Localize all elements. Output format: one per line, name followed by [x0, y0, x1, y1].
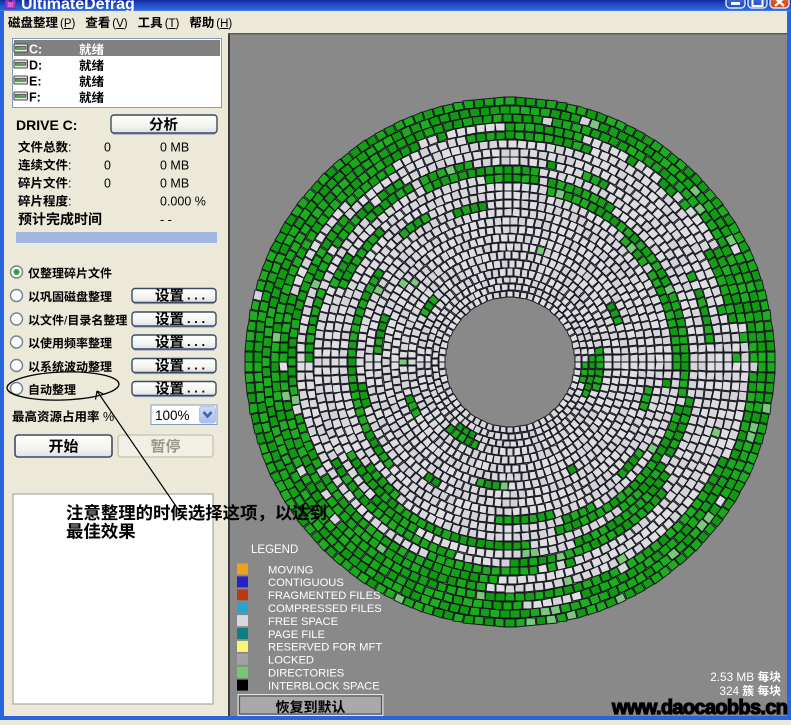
svg-text::: : [68, 159, 71, 173]
svg-text:FRAGMENTED FILES: FRAGMENTED FILES [268, 590, 381, 602]
svg-text:. . .: . . . [187, 381, 205, 396]
svg-text:0 MB: 0 MB [160, 141, 189, 155]
svg-text::: : [68, 177, 71, 191]
svg-text:. . .: . . . [187, 288, 205, 303]
svg-text:COMPRESSED FILES: COMPRESSED FILES [268, 603, 382, 615]
svg-text:0 MB: 0 MB [160, 159, 189, 173]
svg-text:C:: C: [29, 43, 42, 57]
svg-text:. . .: . . . [187, 358, 205, 373]
svg-text:100%: 100% [155, 408, 190, 423]
svg-text:D:: D: [29, 59, 42, 73]
svg-text:E:: E: [29, 75, 42, 89]
svg-text:MOVING: MOVING [268, 564, 313, 576]
svg-text:- -: - - [160, 213, 172, 227]
svg-text:PAGE FILE: PAGE FILE [268, 629, 325, 641]
svg-text:RESERVED FOR MFT: RESERVED FOR MFT [268, 642, 382, 654]
svg-text:LEGEND: LEGEND [251, 544, 298, 556]
svg-text:0: 0 [104, 177, 111, 191]
svg-text:LOCKED: LOCKED [268, 655, 314, 667]
svg-text:0.000 %: 0.000 % [160, 195, 206, 209]
svg-text::: : [68, 195, 71, 209]
svg-text:324: 324 [719, 684, 739, 698]
svg-text:. . .: . . . [187, 334, 205, 349]
svg-text:. . .: . . . [187, 311, 205, 326]
svg-text:FREE SPACE: FREE SPACE [268, 616, 338, 628]
svg-text:0: 0 [104, 159, 111, 173]
svg-text:CONTIGUOUS: CONTIGUOUS [268, 577, 344, 589]
svg-text:%: % [103, 410, 114, 424]
svg-text:DIRECTORIES: DIRECTORIES [268, 668, 344, 680]
svg-text:2.53 MB: 2.53 MB [710, 670, 754, 684]
svg-text::: : [68, 141, 71, 155]
svg-text:F:: F: [29, 91, 41, 105]
svg-text:INTERBLOCK SPACE: INTERBLOCK SPACE [268, 680, 380, 692]
svg-text:0 MB: 0 MB [160, 177, 189, 191]
svg-text:0: 0 [104, 141, 111, 155]
svg-text:www.daocaobbs.cn: www.daocaobbs.cn [611, 697, 788, 719]
svg-text:DRIVE C:: DRIVE C: [16, 117, 77, 133]
